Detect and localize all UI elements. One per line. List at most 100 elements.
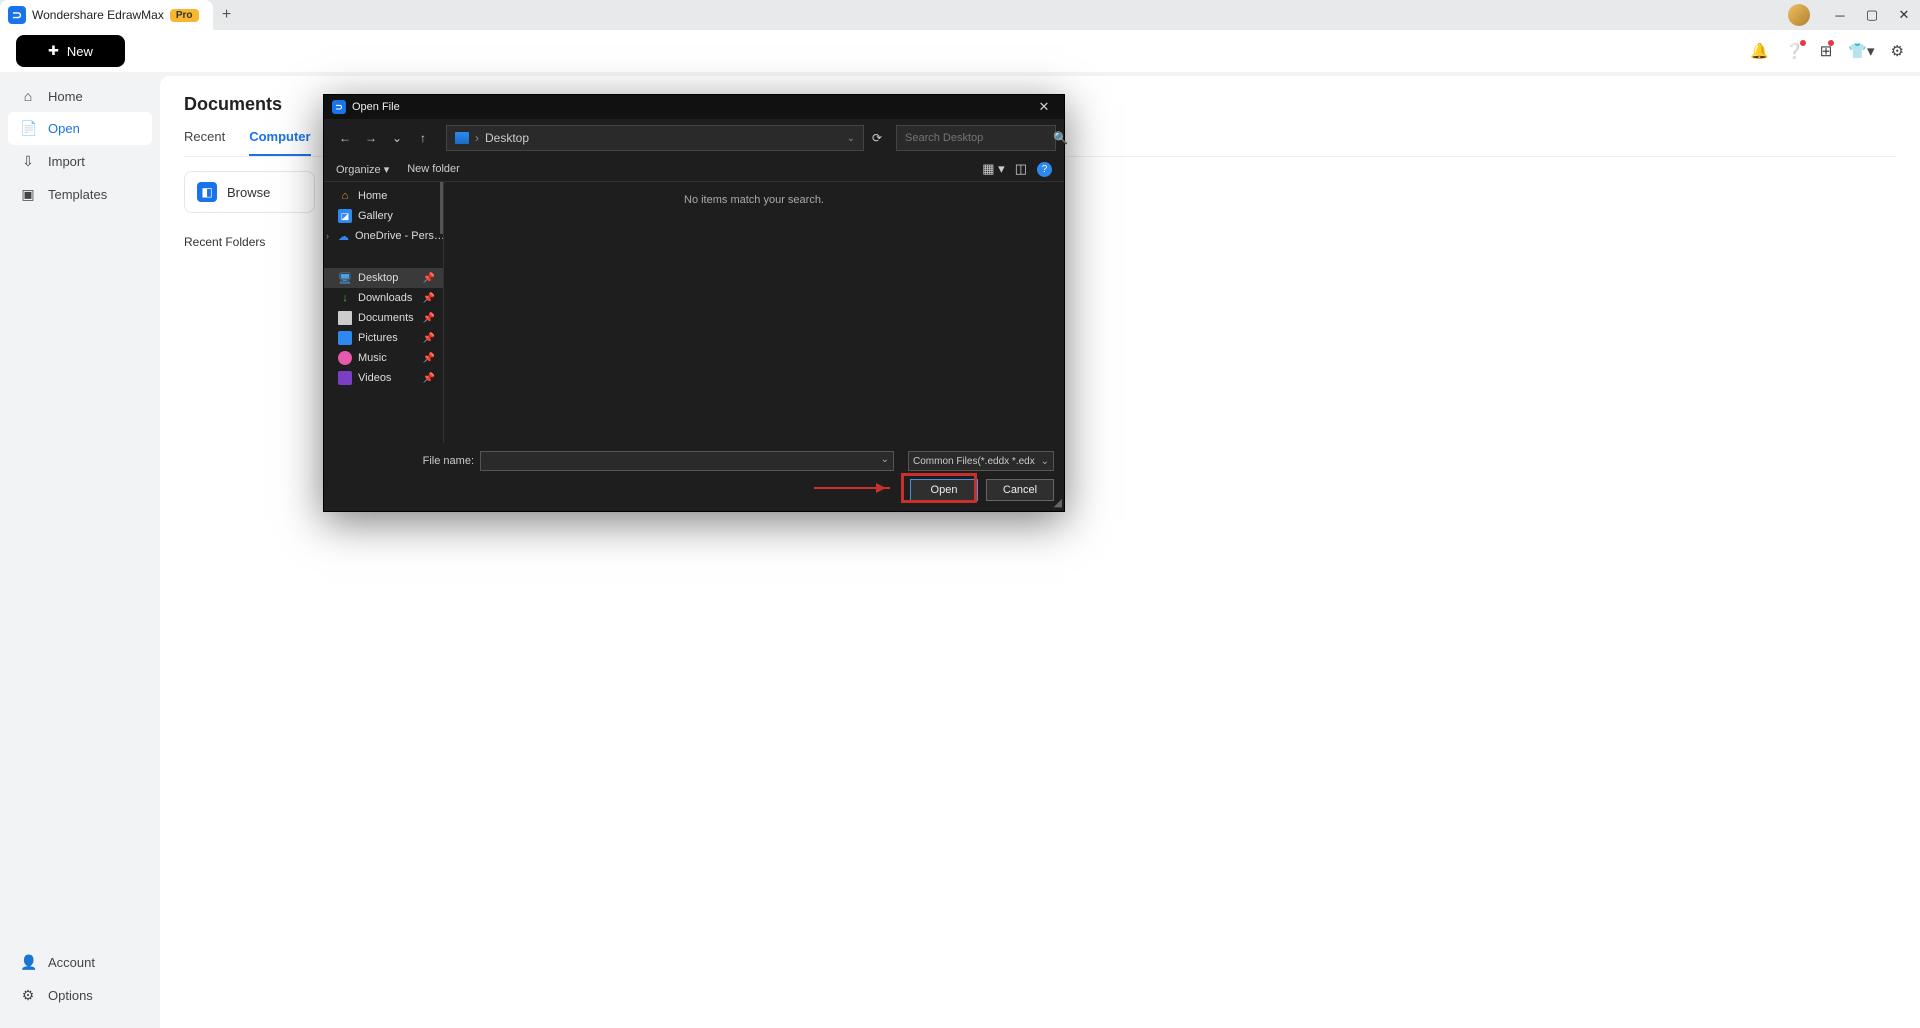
dialog-footer: File name: ⌄ Common Files(*.eddx *.edx *… — [324, 443, 1064, 511]
dialog-titlebar: ⊃ Open File ✕ — [324, 95, 1064, 119]
dialog-body: ⌂Home ◪Gallery ›☁OneDrive - Pers… 🖥Deskt… — [324, 182, 1064, 443]
sidebar-item-open[interactable]: 📄 Open — [8, 112, 152, 145]
shirt-icon[interactable]: 👕▾ — [1848, 42, 1874, 60]
nav-item-desktop[interactable]: 🖥Desktop📌 — [324, 268, 443, 288]
nav-back-icon[interactable]: ← — [332, 125, 358, 151]
pin-icon: 📌 — [423, 293, 435, 304]
chevron-right-icon: › — [475, 131, 479, 145]
chevron-right-icon[interactable]: › — [326, 231, 329, 241]
app-title: Wondershare EdrawMax — [32, 8, 164, 22]
pin-icon: 📌 — [423, 313, 435, 324]
sidebar-item-options[interactable]: ⚙Options — [8, 979, 152, 1012]
breadcrumb-item[interactable]: Desktop — [485, 131, 529, 145]
apps-icon[interactable]: ⊞ — [1820, 42, 1833, 60]
view-mode-icon[interactable]: ▦ ▾ — [982, 161, 1004, 177]
sidebar-item-label: Templates — [48, 187, 107, 202]
organize-menu[interactable]: Organize ▾ — [336, 163, 389, 176]
sidebar-item-label: Account — [48, 955, 95, 970]
pictures-icon — [338, 331, 352, 345]
home-icon: ⌂ — [20, 88, 36, 104]
close-button[interactable]: ✕ — [1888, 0, 1920, 30]
resize-grip-icon[interactable]: ◢ — [1054, 496, 1062, 509]
navigation-pane: ⌂Home ◪Gallery ›☁OneDrive - Pers… 🖥Deskt… — [324, 182, 444, 443]
sidebar-item-import[interactable]: ⇩Import — [8, 145, 152, 178]
maximize-button[interactable]: ▢ — [1856, 0, 1888, 30]
nav-item-pictures[interactable]: Pictures📌 — [324, 328, 443, 348]
nav-item-gallery[interactable]: ◪Gallery — [324, 206, 443, 226]
tab-recent[interactable]: Recent — [184, 129, 225, 156]
videos-icon — [338, 371, 352, 385]
scrollbar-thumb[interactable] — [440, 182, 443, 234]
app-tab[interactable]: ⊃ Wondershare EdrawMax Pro — [0, 0, 213, 30]
preview-pane-icon[interactable]: ◫ — [1015, 161, 1027, 177]
sidebar-item-account[interactable]: 👤 Account — [8, 946, 152, 979]
top-toolbar: ✚ New 🔔 ❔ ⊞ 👕▾ ⚙ — [0, 30, 1920, 72]
open-file-dialog: ⊃ Open File ✕ ← → ⌄ ↑ › Desktop ⌄ ⟳ 🔍 Or… — [323, 94, 1065, 512]
nav-up-icon[interactable]: ↑ — [410, 125, 436, 151]
window-controls: ─ ▢ ✕ — [1788, 0, 1920, 30]
search-icon: 🔍 — [1053, 131, 1068, 145]
new-folder-button[interactable]: New folder — [407, 163, 460, 175]
pro-badge: Pro — [170, 9, 199, 22]
dialog-close-button[interactable]: ✕ — [1032, 99, 1056, 115]
browse-label: Browse — [227, 185, 270, 200]
music-icon — [338, 351, 352, 365]
nav-item-home[interactable]: ⌂Home — [324, 186, 443, 206]
chevron-down-icon[interactable]: ⌄ — [847, 133, 855, 144]
tab-computer[interactable]: Computer — [249, 129, 310, 156]
help-icon[interactable]: ❔ — [1785, 42, 1804, 60]
browse-icon: ◧ — [197, 182, 217, 202]
nav-forward-icon[interactable]: → — [358, 125, 384, 151]
settings-icon[interactable]: ⚙ — [1891, 42, 1904, 60]
sidebar-item-templates[interactable]: ▣ Templates — [8, 178, 152, 211]
help-round-icon[interactable]: ? — [1037, 162, 1052, 177]
gear-icon: ⚙ — [20, 987, 36, 1004]
open-button[interactable]: Open — [910, 479, 978, 501]
gallery-icon: ◪ — [338, 209, 352, 223]
refresh-icon[interactable]: ⟳ — [864, 131, 890, 145]
sidebar-item-label: Import — [48, 154, 85, 169]
file-icon: 📄 — [20, 120, 36, 137]
dialog-logo-icon: ⊃ — [332, 100, 346, 114]
sidebar: ⌂Home 📄Open ⇩Import ▣Templates 👤Account … — [0, 72, 160, 1028]
nav-recent-icon[interactable]: ⌄ — [384, 125, 410, 151]
chevron-down-icon[interactable]: ⌄ — [881, 454, 889, 465]
plus-icon: ✚ — [48, 43, 59, 59]
annotation-arrow — [814, 487, 890, 489]
nav-item-downloads[interactable]: ↓Downloads📌 — [324, 288, 443, 308]
browse-button[interactable]: ◧ Browse — [184, 171, 315, 213]
desktop-icon — [455, 132, 469, 144]
nav-item-documents[interactable]: Documents📌 — [324, 308, 443, 328]
home-folder-icon: ⌂ — [338, 189, 352, 203]
templates-icon: ▣ — [20, 186, 36, 203]
sidebar-item-label: Open — [48, 121, 80, 136]
account-icon: 👤 — [20, 954, 36, 971]
search-box[interactable]: 🔍 — [896, 125, 1056, 151]
pin-icon: 📌 — [423, 333, 435, 344]
search-input[interactable] — [905, 132, 1047, 144]
pin-icon: 📌 — [423, 273, 435, 284]
cancel-button[interactable]: Cancel — [986, 479, 1054, 501]
dialog-toolbar: Organize ▾ New folder ▦ ▾ ◫ ? — [324, 157, 1064, 182]
new-button-label: New — [67, 44, 93, 59]
downloads-icon: ↓ — [338, 291, 352, 305]
filename-input[interactable]: ⌄ — [480, 451, 894, 471]
sidebar-item-label: Home — [48, 89, 83, 104]
dialog-nav-row: ← → ⌄ ↑ › Desktop ⌄ ⟳ 🔍 — [324, 119, 1064, 157]
file-type-dropdown[interactable]: Common Files(*.eddx *.edx *.vs⌄ — [908, 451, 1054, 471]
new-tab-button[interactable]: + — [213, 6, 241, 24]
new-button[interactable]: ✚ New — [16, 35, 125, 67]
file-list-pane: No items match your search. — [444, 182, 1064, 443]
nav-item-music[interactable]: Music📌 — [324, 348, 443, 368]
title-bar: ⊃ Wondershare EdrawMax Pro + ─ ▢ ✕ — [0, 0, 1920, 30]
empty-message: No items match your search. — [684, 194, 824, 443]
user-avatar[interactable] — [1788, 4, 1810, 26]
nav-item-onedrive[interactable]: ›☁OneDrive - Pers… — [324, 226, 443, 246]
minimize-button[interactable]: ─ — [1824, 0, 1856, 30]
sidebar-item-home[interactable]: ⌂ Home — [8, 80, 152, 112]
documents-icon — [338, 311, 352, 325]
app-logo-icon: ⊃ — [8, 6, 26, 24]
nav-item-videos[interactable]: Videos📌 — [324, 368, 443, 388]
bell-icon[interactable]: 🔔 — [1750, 42, 1769, 60]
breadcrumb[interactable]: › Desktop ⌄ — [446, 125, 864, 151]
